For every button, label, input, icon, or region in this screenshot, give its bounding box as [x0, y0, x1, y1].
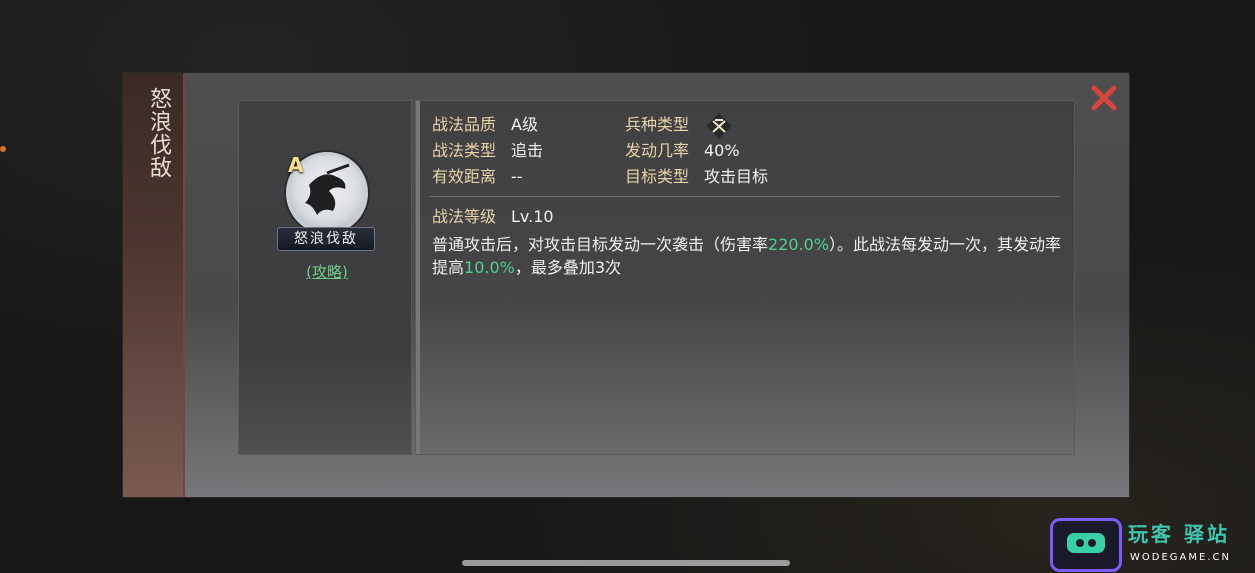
quality-value: A级	[511, 115, 538, 134]
grade-badge: A	[288, 153, 304, 177]
watermark-sub: WODEGAME.CN	[1130, 552, 1231, 563]
trigger-rate-value: 40%	[704, 141, 740, 160]
description-part3: ，最多叠加3次	[514, 258, 622, 277]
damage-rate: 220.0%	[768, 235, 830, 254]
range-label: 有效距离	[432, 167, 497, 186]
logo-eye-left	[1076, 539, 1084, 547]
level-value: Lv.10	[511, 207, 554, 226]
crossed-weapons-icon	[706, 113, 732, 139]
side-title: 怒浪伐敌	[146, 87, 171, 179]
side-banner: 怒浪伐敌	[123, 73, 185, 497]
troop-type-label: 兵种类型	[625, 115, 690, 134]
skill-name-plate: 怒浪伐敌	[277, 227, 375, 251]
increase-rate: 10.0%	[464, 258, 515, 277]
watermark-text: 玩客 驿站	[1128, 522, 1230, 546]
close-icon	[1091, 85, 1117, 111]
logo-eye-right	[1088, 539, 1096, 547]
watermark-logo-icon	[1050, 518, 1122, 572]
skill-card: A 怒浪伐敌 (攻略)	[238, 100, 412, 455]
range-value: --	[511, 167, 523, 186]
divider	[430, 196, 1060, 197]
target-value: 攻击目标	[704, 167, 769, 186]
level-label: 战法等级	[432, 207, 497, 226]
skill-type-value: 追击	[511, 141, 544, 160]
strategy-link[interactable]: (攻略)	[297, 261, 357, 282]
quality-label: 战法品质	[432, 115, 497, 134]
home-indicator[interactable]	[462, 560, 790, 566]
skill-type-label: 战法类型	[432, 141, 497, 160]
close-button[interactable]	[1089, 83, 1119, 113]
description-part1: 普通攻击后，对攻击目标发动一次袭击（伤害率	[432, 235, 769, 254]
skill-detail-modal: 怒浪伐敌 A 怒浪伐敌 (攻略) 战法品质 A级 兵种类型 战法类型 追击 发动…	[123, 73, 1129, 497]
skill-description: 普通攻击后，对攻击目标发动一次袭击（伤害率220.0%）。此战法每发动一次，其发…	[432, 233, 1062, 279]
trigger-rate-label: 发动几率	[625, 141, 690, 160]
skill-details-panel: 战法品质 A级 兵种类型 战法类型 追击 发动几率 40% 有效距离 -- 目标…	[415, 100, 1075, 455]
target-label: 目标类型	[625, 167, 690, 186]
logo-face	[1067, 533, 1105, 553]
background-light	[0, 146, 6, 152]
